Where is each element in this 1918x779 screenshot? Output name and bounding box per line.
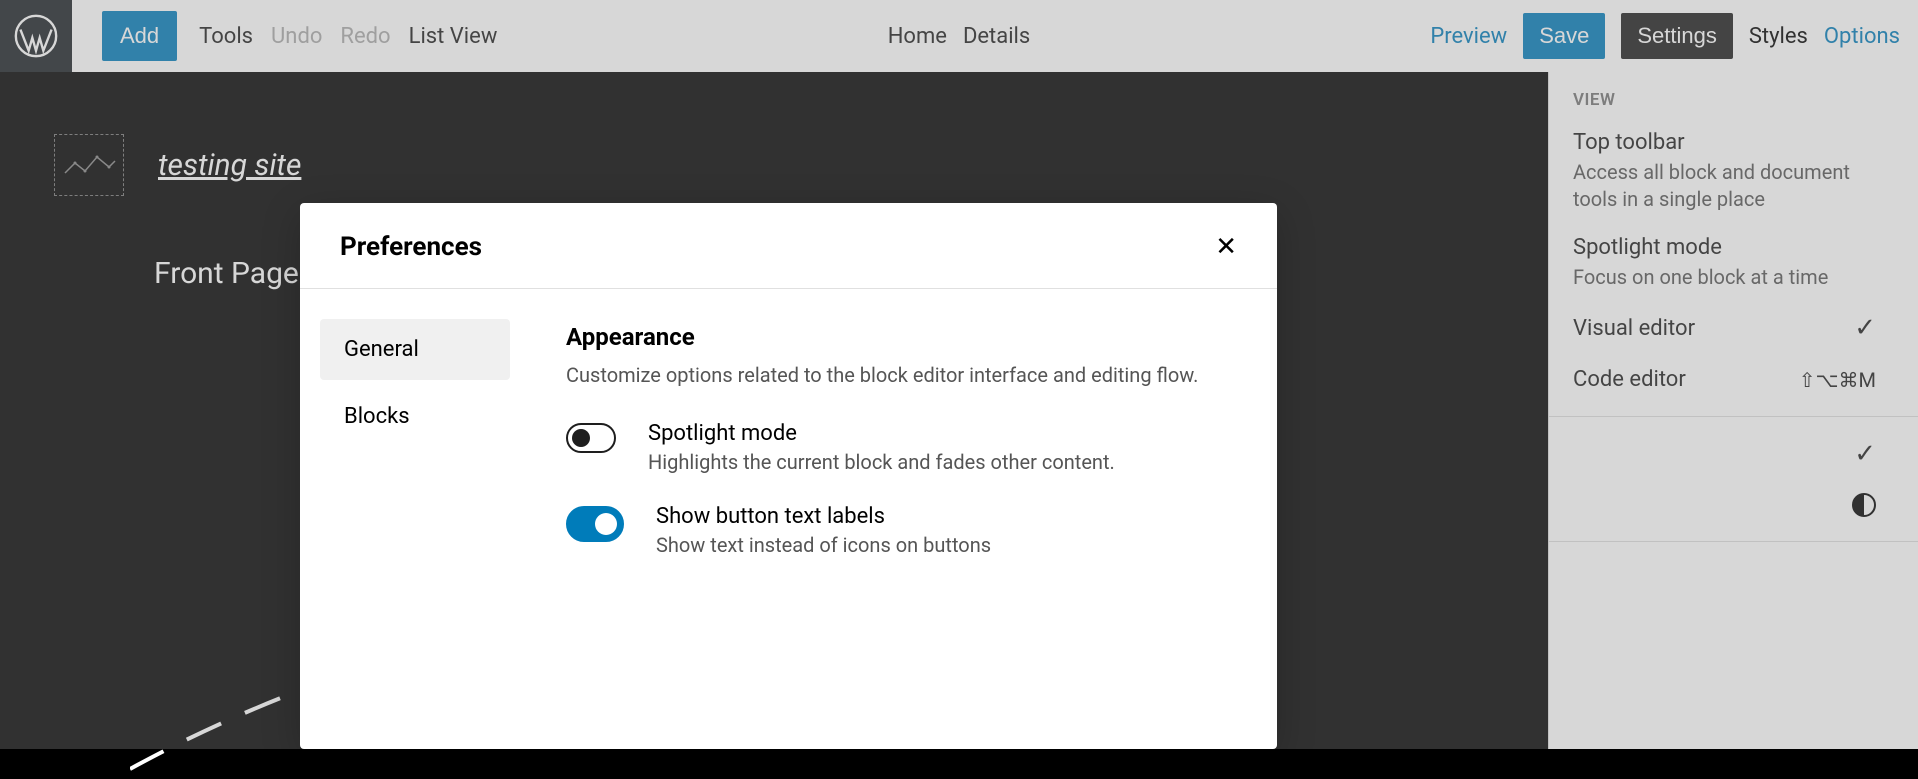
tab-blocks[interactable]: Blocks [320,386,510,447]
options-button[interactable]: Options [1824,24,1900,49]
contrast-icon [1852,493,1876,517]
check-icon: ✓ [1854,439,1876,469]
save-button[interactable]: Save [1523,13,1605,59]
wordpress-logo[interactable] [0,0,72,72]
options-dropdown: View Top toolbar Access all block and do… [1548,72,1918,749]
option-top-toolbar[interactable]: Top toolbar Access all block and documen… [1573,130,1918,213]
modal-title: Preferences [340,232,482,262]
option-desc: Focus on one block at a time [1573,264,1858,291]
toggle-spotlight[interactable] [566,423,616,453]
panel-subtitle: Customize options related to the block e… [566,363,1227,387]
preview-button[interactable]: Preview [1430,24,1507,49]
close-icon: ✕ [1215,231,1237,261]
close-button[interactable]: ✕ [1215,231,1237,262]
option-code-editor[interactable]: Code editor ⇧⌥⌘M [1573,367,1918,392]
tab-general[interactable]: General [320,319,510,380]
option-visual-editor[interactable]: Visual editor ✓ [1573,313,1918,343]
check-icon: ✓ [1854,313,1876,343]
image-icon [63,149,117,183]
keyboard-shortcut: ⇧⌥⌘M [1799,368,1876,392]
panel-heading: Appearance [566,323,1227,351]
option-title: Top toolbar [1573,130,1858,155]
doc-home[interactable]: Home [888,24,947,49]
pref-button-text-labels: Show button text labels Show text instea… [566,504,1227,557]
options-section-label: View [1573,90,1918,110]
undo-button: Undo [271,24,322,49]
toggle-button-labels[interactable] [566,506,624,542]
option-title: Spotlight mode [1573,235,1858,260]
pref-desc: Highlights the current block and fades o… [648,450,1115,474]
pref-spotlight-mode: Spotlight mode Highlights the current bl… [566,421,1227,474]
tools-button[interactable]: Tools [199,24,253,49]
pref-label: Show button text labels [656,504,991,529]
pref-label: Spotlight mode [648,421,1115,446]
modal-tabs: General Blocks [300,289,510,749]
option-title: Visual editor [1573,316,1695,341]
option-row[interactable]: ✓ [1573,439,1918,469]
option-spotlight-mode[interactable]: Spotlight mode Focus on one block at a t… [1573,235,1918,291]
wordpress-icon [14,14,58,58]
option-title: Code editor [1573,367,1686,392]
site-logo-placeholder[interactable] [54,134,124,196]
preferences-modal: Preferences ✕ General Blocks Appearance … [300,203,1277,749]
site-title[interactable]: testing site [158,148,301,183]
top-toolbar: Add Tools Undo Redo List View Home Detai… [0,0,1918,72]
option-row[interactable] [1573,493,1918,517]
redo-button: Redo [340,24,390,49]
styles-button[interactable]: Styles [1749,24,1808,49]
settings-button[interactable]: Settings [1621,13,1733,59]
add-button[interactable]: Add [102,11,177,61]
doc-details[interactable]: Details [963,24,1030,49]
option-desc: Access all block and document tools in a… [1573,159,1858,213]
listview-button[interactable]: List View [409,24,498,49]
pref-desc: Show text instead of icons on buttons [656,533,991,557]
